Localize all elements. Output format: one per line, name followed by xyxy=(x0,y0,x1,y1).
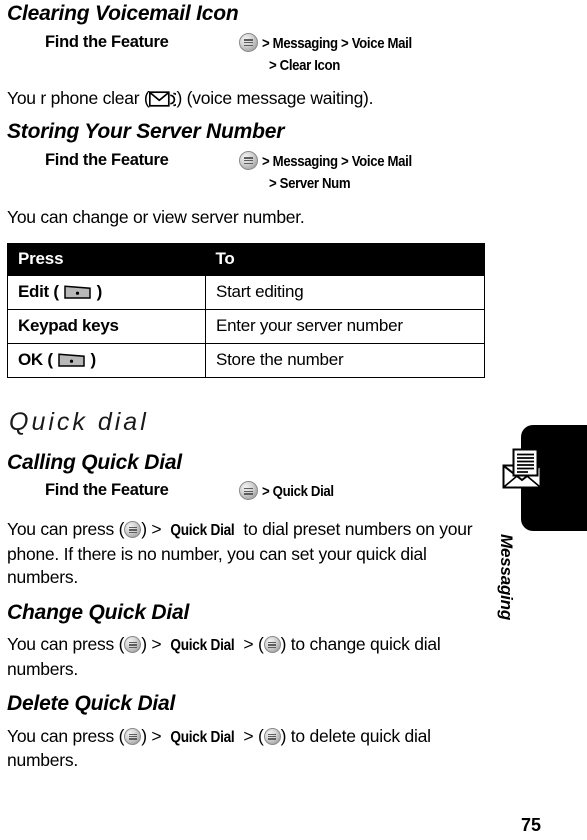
heading-clearing-voicemail-icon: Clearing Voicemail Icon xyxy=(7,2,239,25)
menu-key-icon[interactable] xyxy=(124,727,142,745)
page-content: Clearing Voicemail Icon Find the Feature… xyxy=(7,0,485,773)
table-cell-press: OK ( ) xyxy=(7,343,206,379)
key-label-edit: Edit xyxy=(18,282,49,302)
menu-key-icon[interactable] xyxy=(263,636,281,654)
find-the-feature-label: Find the Feature xyxy=(45,150,169,169)
table-cell-to: Enter your server number xyxy=(205,309,485,345)
menu-item-quick-dial: Quick Dial xyxy=(170,728,235,746)
table-header-to: To xyxy=(205,243,485,276)
feature-path-line-1: > Messaging > Voice Mail xyxy=(239,32,489,55)
key-label-ok: OK xyxy=(18,350,43,370)
feature-path-line-2: > Clear Icon xyxy=(239,55,489,77)
soft-key-icon xyxy=(58,353,85,367)
table-row: OK ( ) Store the number xyxy=(7,343,485,379)
feature-path-text-2: > Clear Icon xyxy=(269,56,340,74)
menu-key-icon[interactable] xyxy=(124,636,142,654)
press-to-table: Press To Edit ( ) Start editing Keypad k… xyxy=(7,243,485,379)
table-cell-to: Store the number xyxy=(205,343,485,379)
paragraph-calling-quick-dial: You can press () > Quick Dial to dial pr… xyxy=(7,518,485,590)
feature-path-text-1: > Quick Dial xyxy=(262,483,335,501)
paragraph-text-after: ) (voice message waiting). xyxy=(176,87,374,108)
paragraph-server-number: You can change or view server number. xyxy=(7,206,305,227)
table-row: Edit ( ) Start editing xyxy=(7,275,485,311)
paragraph-voicemail-clear: You r phone clear ( ) (voice message wait… xyxy=(7,87,485,111)
paragraph-text-1: You can press ( xyxy=(7,519,125,540)
messaging-tab-label: Messaging xyxy=(497,534,516,621)
paragraph-text-before: You r phone clear ( xyxy=(7,87,150,108)
table-header-press: Press xyxy=(7,243,206,276)
table-cell-to: Start editing xyxy=(205,275,485,311)
heading-quick-dial: Quick dial xyxy=(9,408,149,437)
table-cell-press: Keypad keys xyxy=(7,309,206,345)
paragraph-delete-quick-dial: You can press () > Quick Dial > () to de… xyxy=(7,725,485,773)
table-header-row: Press To xyxy=(7,243,485,276)
feature-path-line-2: > Server Num xyxy=(239,173,489,195)
find-the-feature-block-voicemail: Find the Feature > Messaging > Voice Mai… xyxy=(7,33,485,79)
feature-path-line-1: > Quick Dial xyxy=(239,481,489,503)
heading-delete-quick-dial: Delete Quick Dial xyxy=(7,692,176,716)
find-the-feature-block-quick-dial: Find the Feature > Quick Dial xyxy=(7,481,485,507)
feature-path-line-1: > Messaging > Voice Mail xyxy=(239,150,489,173)
find-the-feature-label: Find the Feature xyxy=(45,32,169,51)
paragraph-text-3: > ( xyxy=(238,634,264,655)
paragraph-change-quick-dial: You can press () > Quick Dial > () to ch… xyxy=(7,633,485,681)
feature-path-voicemail: > Messaging > Voice Mail > Clear Icon xyxy=(239,32,489,77)
paragraph-text-1: You can press ( xyxy=(7,725,125,746)
menu-item-quick-dial: Quick Dial xyxy=(170,522,235,540)
envelope-message-icon xyxy=(502,448,542,489)
manual-page: Clearing Voicemail Icon Find the Feature… xyxy=(0,0,587,840)
paragraph-text-1: You can press ( xyxy=(7,634,125,655)
menu-key-icon[interactable] xyxy=(239,481,258,501)
paragraph-text-2: ) > xyxy=(141,634,166,655)
menu-key-icon[interactable] xyxy=(263,727,281,745)
paragraph-text-2: ) > xyxy=(141,725,166,746)
feature-path-quick-dial: > Quick Dial xyxy=(239,481,489,503)
find-the-feature-block-server-num: Find the Feature > Messaging > Voice Mai… xyxy=(7,151,485,197)
heading-storing-your-server-number: Storing Your Server Number xyxy=(7,120,285,144)
table-cell-press: Edit ( ) xyxy=(7,275,206,311)
feature-path-text-1: > Messaging > Voice Mail xyxy=(262,34,413,52)
voicemail-waiting-icon xyxy=(149,90,177,107)
menu-item-quick-dial: Quick Dial xyxy=(170,637,235,655)
feature-path-text-1: > Messaging > Voice Mail xyxy=(262,152,413,170)
feature-path-server-num: > Messaging > Voice Mail > Server Num xyxy=(239,150,489,195)
find-the-feature-label: Find the Feature xyxy=(45,481,169,500)
table-row: Keypad keys Enter your server number xyxy=(7,309,485,345)
heading-change-quick-dial: Change Quick Dial xyxy=(7,600,190,624)
paragraph-text-2: ) > xyxy=(141,519,166,540)
page-number: 75 xyxy=(521,815,542,835)
soft-key-icon xyxy=(64,285,91,299)
menu-key-icon[interactable] xyxy=(124,521,142,539)
menu-key-icon[interactable] xyxy=(239,32,258,52)
heading-calling-quick-dial: Calling Quick Dial xyxy=(7,450,182,474)
feature-path-text-2: > Server Num xyxy=(269,174,351,192)
menu-key-icon[interactable] xyxy=(239,150,258,170)
paragraph-text-3: > ( xyxy=(238,725,264,746)
